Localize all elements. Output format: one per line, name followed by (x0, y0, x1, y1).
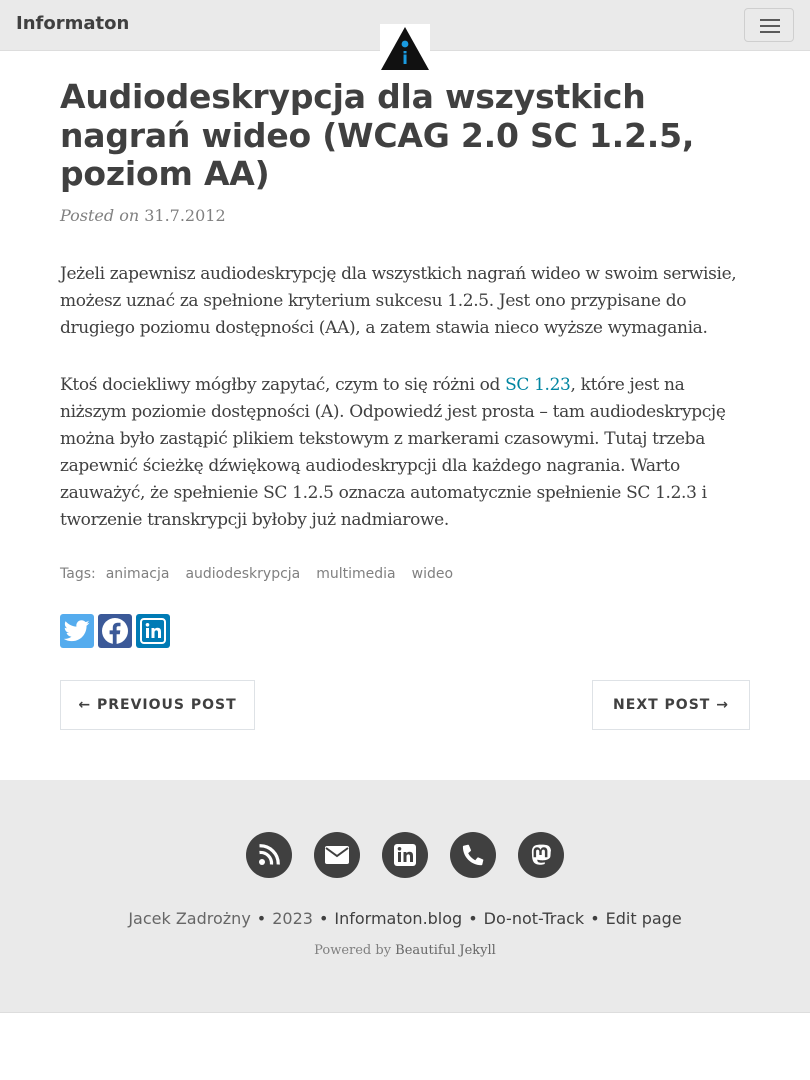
rss-icon (259, 844, 280, 865)
footer-credits: Jacek Zadrożny • 2023 • Informaton.blog • Do-n… (128, 909, 682, 928)
powered-by: Powered by Beautiful Jekyll (314, 943, 496, 958)
edit-page-link[interactable]: Edit page (606, 909, 682, 928)
linkedin-icon (140, 617, 166, 644)
email-link[interactable] (314, 832, 360, 878)
share-linkedin-button[interactable] (136, 613, 170, 648)
sc-123-link[interactable]: SC 1.23 (505, 375, 571, 395)
copyright-year: 2023 (272, 909, 313, 928)
do-not-track-link[interactable]: Do-not-Track (484, 909, 585, 928)
post-pager: ← PREVIOUS POST NEXT POST → (60, 680, 750, 730)
posted-on-label: Posted on (60, 205, 140, 225)
author-name: Jacek Zadrożny (128, 909, 251, 928)
brand-link[interactable]: Informaton (16, 13, 129, 34)
linkedin-link[interactable] (382, 832, 428, 878)
site-logo[interactable]: i (380, 24, 430, 74)
facebook-icon (102, 617, 128, 644)
mastodon-link[interactable] (518, 832, 564, 878)
next-post-button[interactable]: NEXT POST → (592, 680, 750, 730)
post-content: Audiodeskrypcja dla wszystkich nagrań wi… (60, 77, 750, 648)
envelope-icon (325, 846, 349, 864)
post-title: Audiodeskrypcja dla wszystkich nagrań wi… (60, 77, 695, 193)
svg-text:i: i (402, 49, 408, 69)
phone-link[interactable] (450, 832, 496, 878)
logo-icon: i (381, 27, 429, 70)
footer-social-links (246, 832, 586, 878)
share-facebook-button[interactable] (98, 613, 132, 648)
tags-list: Tags: animacja audiodeskrypcja multimedi… (60, 566, 750, 582)
rss-link[interactable] (246, 832, 292, 878)
navbar-toggle-button[interactable] (744, 8, 794, 42)
share-twitter-button[interactable] (60, 613, 94, 648)
footer: Jacek Zadrożny • 2023 • Informaton.blog • Do-n… (0, 780, 810, 1013)
tag-link[interactable]: animacja (106, 566, 170, 582)
tags-label: Tags: (60, 565, 96, 582)
phone-icon (462, 844, 484, 866)
post-date: 31.7.2012 (144, 205, 226, 225)
site-link[interactable]: Informaton.blog (334, 909, 462, 928)
paragraph-1: Jeżeli zapewnisz audiodeskrypcję dla wsz… (60, 263, 737, 338)
hamburger-icon (760, 19, 780, 21)
previous-post-button[interactable]: ← PREVIOUS POST (60, 680, 255, 730)
beautiful-jekyll-link[interactable]: Beautiful Jekyll (395, 943, 496, 958)
share-buttons (60, 613, 750, 648)
paragraph-2: Ktoś dociekliwy mógłby zapytać, czym to … (60, 374, 726, 530)
linkedin-icon (394, 844, 416, 866)
twitter-icon (64, 619, 90, 641)
navbar: Informaton i (0, 0, 810, 74)
tag-link[interactable]: audiodeskrypcja (185, 566, 300, 582)
tag-link[interactable]: multimedia (316, 566, 395, 582)
mastodon-icon (531, 844, 551, 865)
tag-link[interactable]: wideo (412, 566, 453, 582)
post-meta: Posted on 31.7.2012 (60, 206, 750, 225)
